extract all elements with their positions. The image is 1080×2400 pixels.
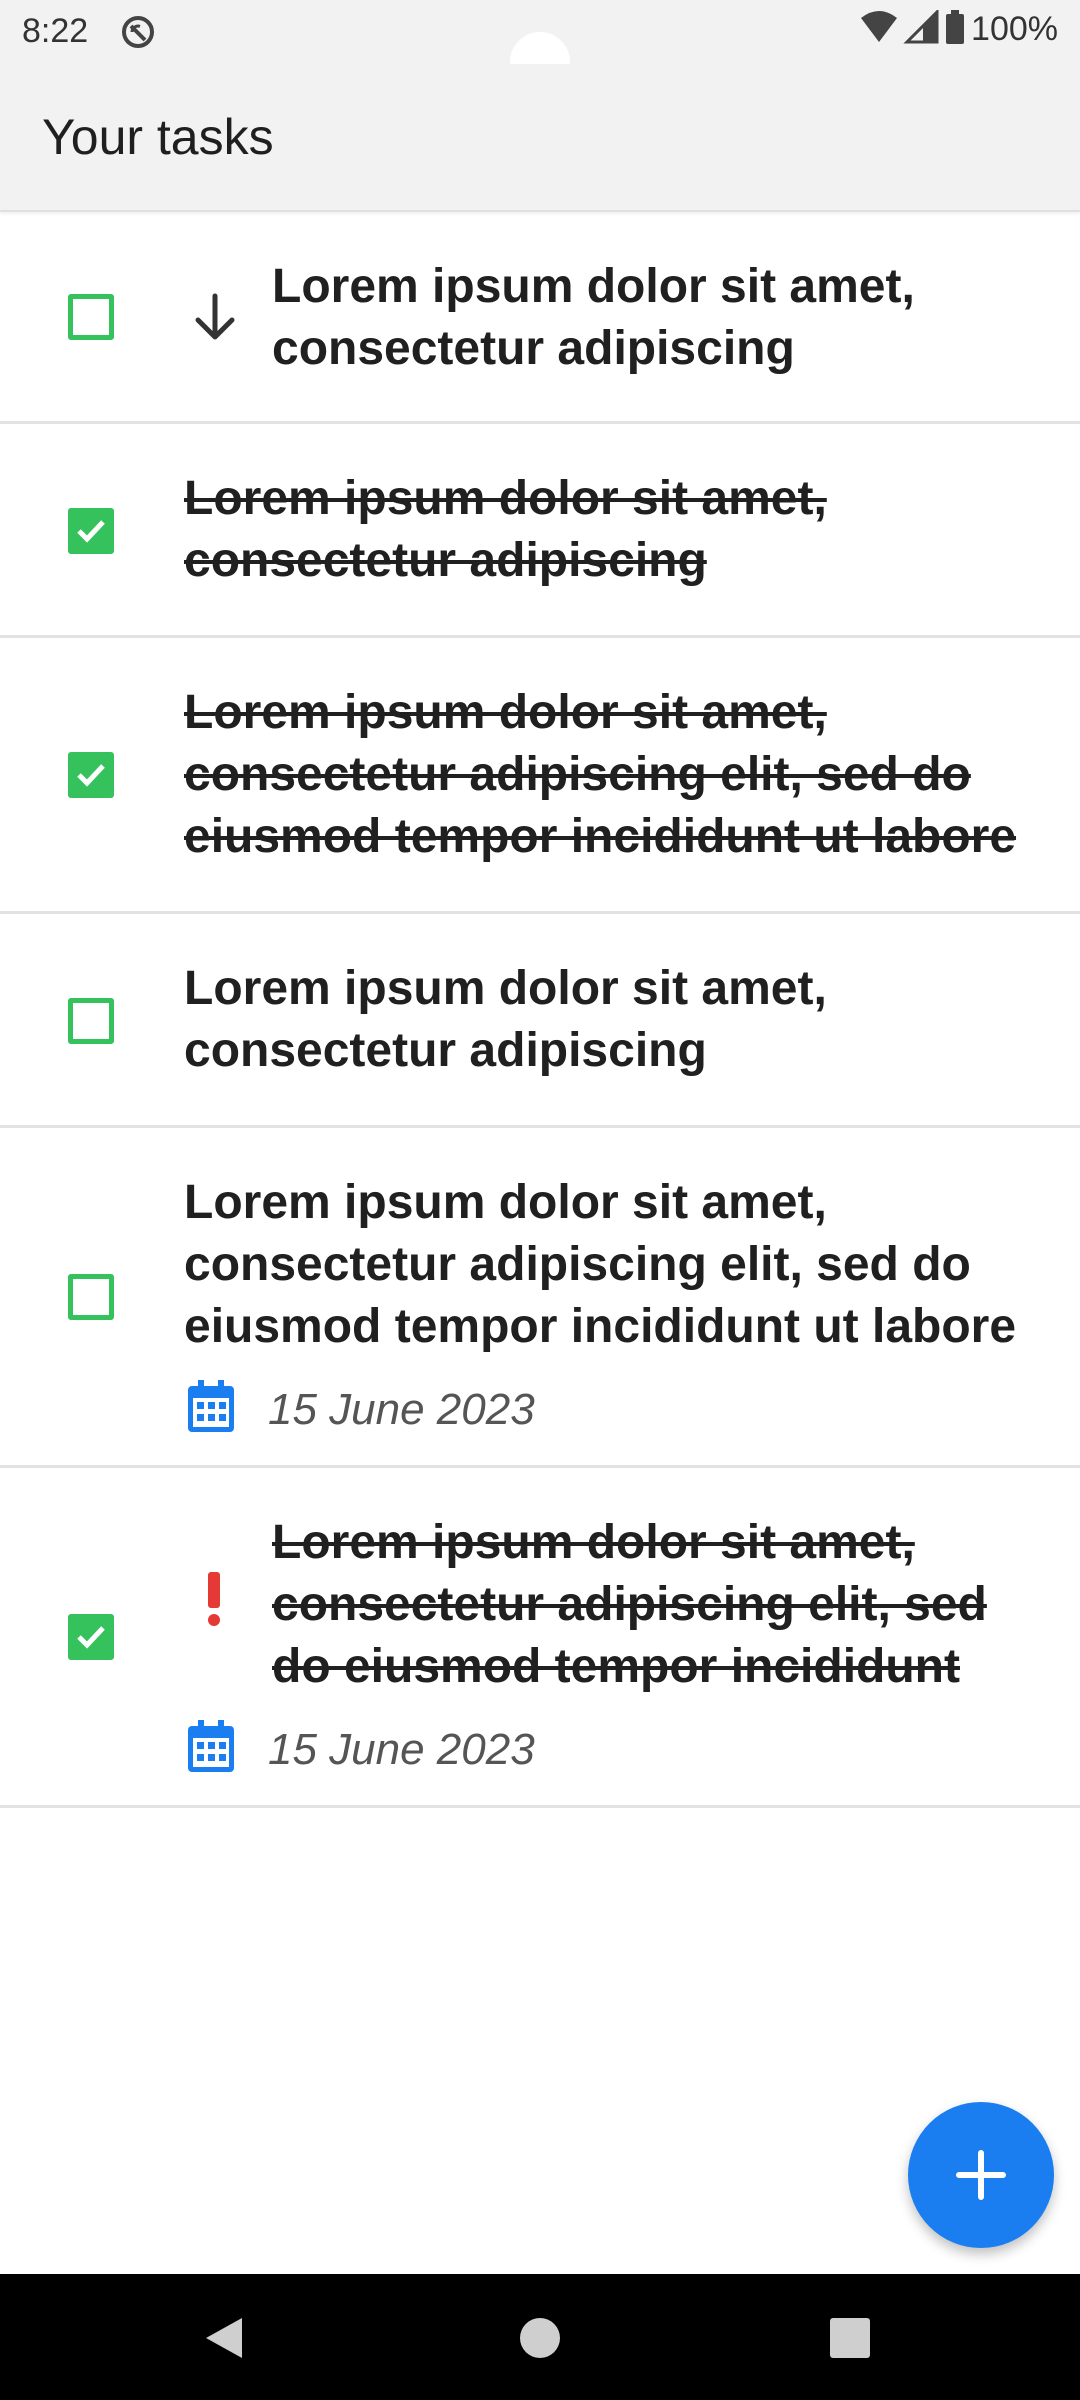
task-checkbox-checked[interactable]	[68, 508, 114, 554]
task-title: Lorem ipsum dolor sit amet, consectetur …	[272, 1516, 987, 1693]
task-checkbox-checked[interactable]	[68, 752, 114, 798]
status-time: 8:22	[22, 12, 89, 50]
check-icon	[77, 520, 105, 543]
task-row[interactable]: Lorem ipsum dolor sit amet, consectetur …	[0, 1128, 1080, 1468]
task-checkbox[interactable]	[68, 998, 114, 1044]
check-icon	[77, 1626, 105, 1649]
system-nav-bar	[0, 2274, 1080, 2400]
due-date: 15 June 2023	[186, 1720, 535, 1779]
recents-button[interactable]	[828, 2314, 872, 2367]
check-icon	[77, 764, 105, 787]
task-title: Lorem ipsum dolor sit amet, consectetur …	[184, 472, 827, 587]
app-bar: Your tasks	[0, 64, 1080, 212]
task-checkbox[interactable]	[68, 294, 114, 340]
calendar-icon	[186, 1720, 236, 1779]
signal-icon	[903, 8, 939, 49]
task-title: Lorem ipsum dolor sit amet, consectetur …	[184, 686, 1017, 863]
task-row[interactable]: Lorem ipsum dolor sit amet, consectetur …	[0, 424, 1080, 638]
home-button[interactable]	[518, 2314, 562, 2367]
add-task-button[interactable]	[908, 2102, 1054, 2248]
task-list: Lorem ipsum dolor sit amet, consectetur …	[0, 212, 1080, 1808]
page-title: Your tasks	[42, 109, 274, 165]
battery-icon	[945, 10, 965, 49]
due-date-text: 15 June 2023	[268, 1724, 535, 1774]
task-title: Lorem ipsum dolor sit amet, consectetur …	[184, 962, 827, 1077]
priority-high-icon	[204, 1572, 224, 1633]
arrow-down-icon	[188, 290, 242, 349]
task-checkbox-checked[interactable]	[68, 1614, 114, 1660]
back-button[interactable]	[200, 2314, 246, 2367]
calendar-icon	[186, 1380, 236, 1439]
due-date: 15 June 2023	[186, 1380, 535, 1439]
task-row[interactable]: Lorem ipsum dolor sit amet, consectetur …	[0, 1468, 1080, 1808]
task-title: Lorem ipsum dolor sit amet, consectetur …	[272, 260, 915, 375]
plus-icon	[956, 2150, 1006, 2200]
wifi-icon	[859, 10, 899, 49]
task-row[interactable]: Lorem ipsum dolor sit amet, consectetur …	[0, 914, 1080, 1128]
task-title: Lorem ipsum dolor sit amet, consectetur …	[184, 1176, 1017, 1353]
due-date-text: 15 June 2023	[268, 1384, 535, 1434]
sync-disabled-icon	[120, 14, 156, 55]
task-row[interactable]: Lorem ipsum dolor sit amet, consectetur …	[0, 638, 1080, 914]
task-row[interactable]: Lorem ipsum dolor sit amet, consectetur …	[0, 212, 1080, 424]
task-checkbox[interactable]	[68, 1274, 114, 1320]
battery-percentage: 100%	[971, 10, 1058, 48]
status-bar: 8:22 100%	[0, 0, 1080, 92]
